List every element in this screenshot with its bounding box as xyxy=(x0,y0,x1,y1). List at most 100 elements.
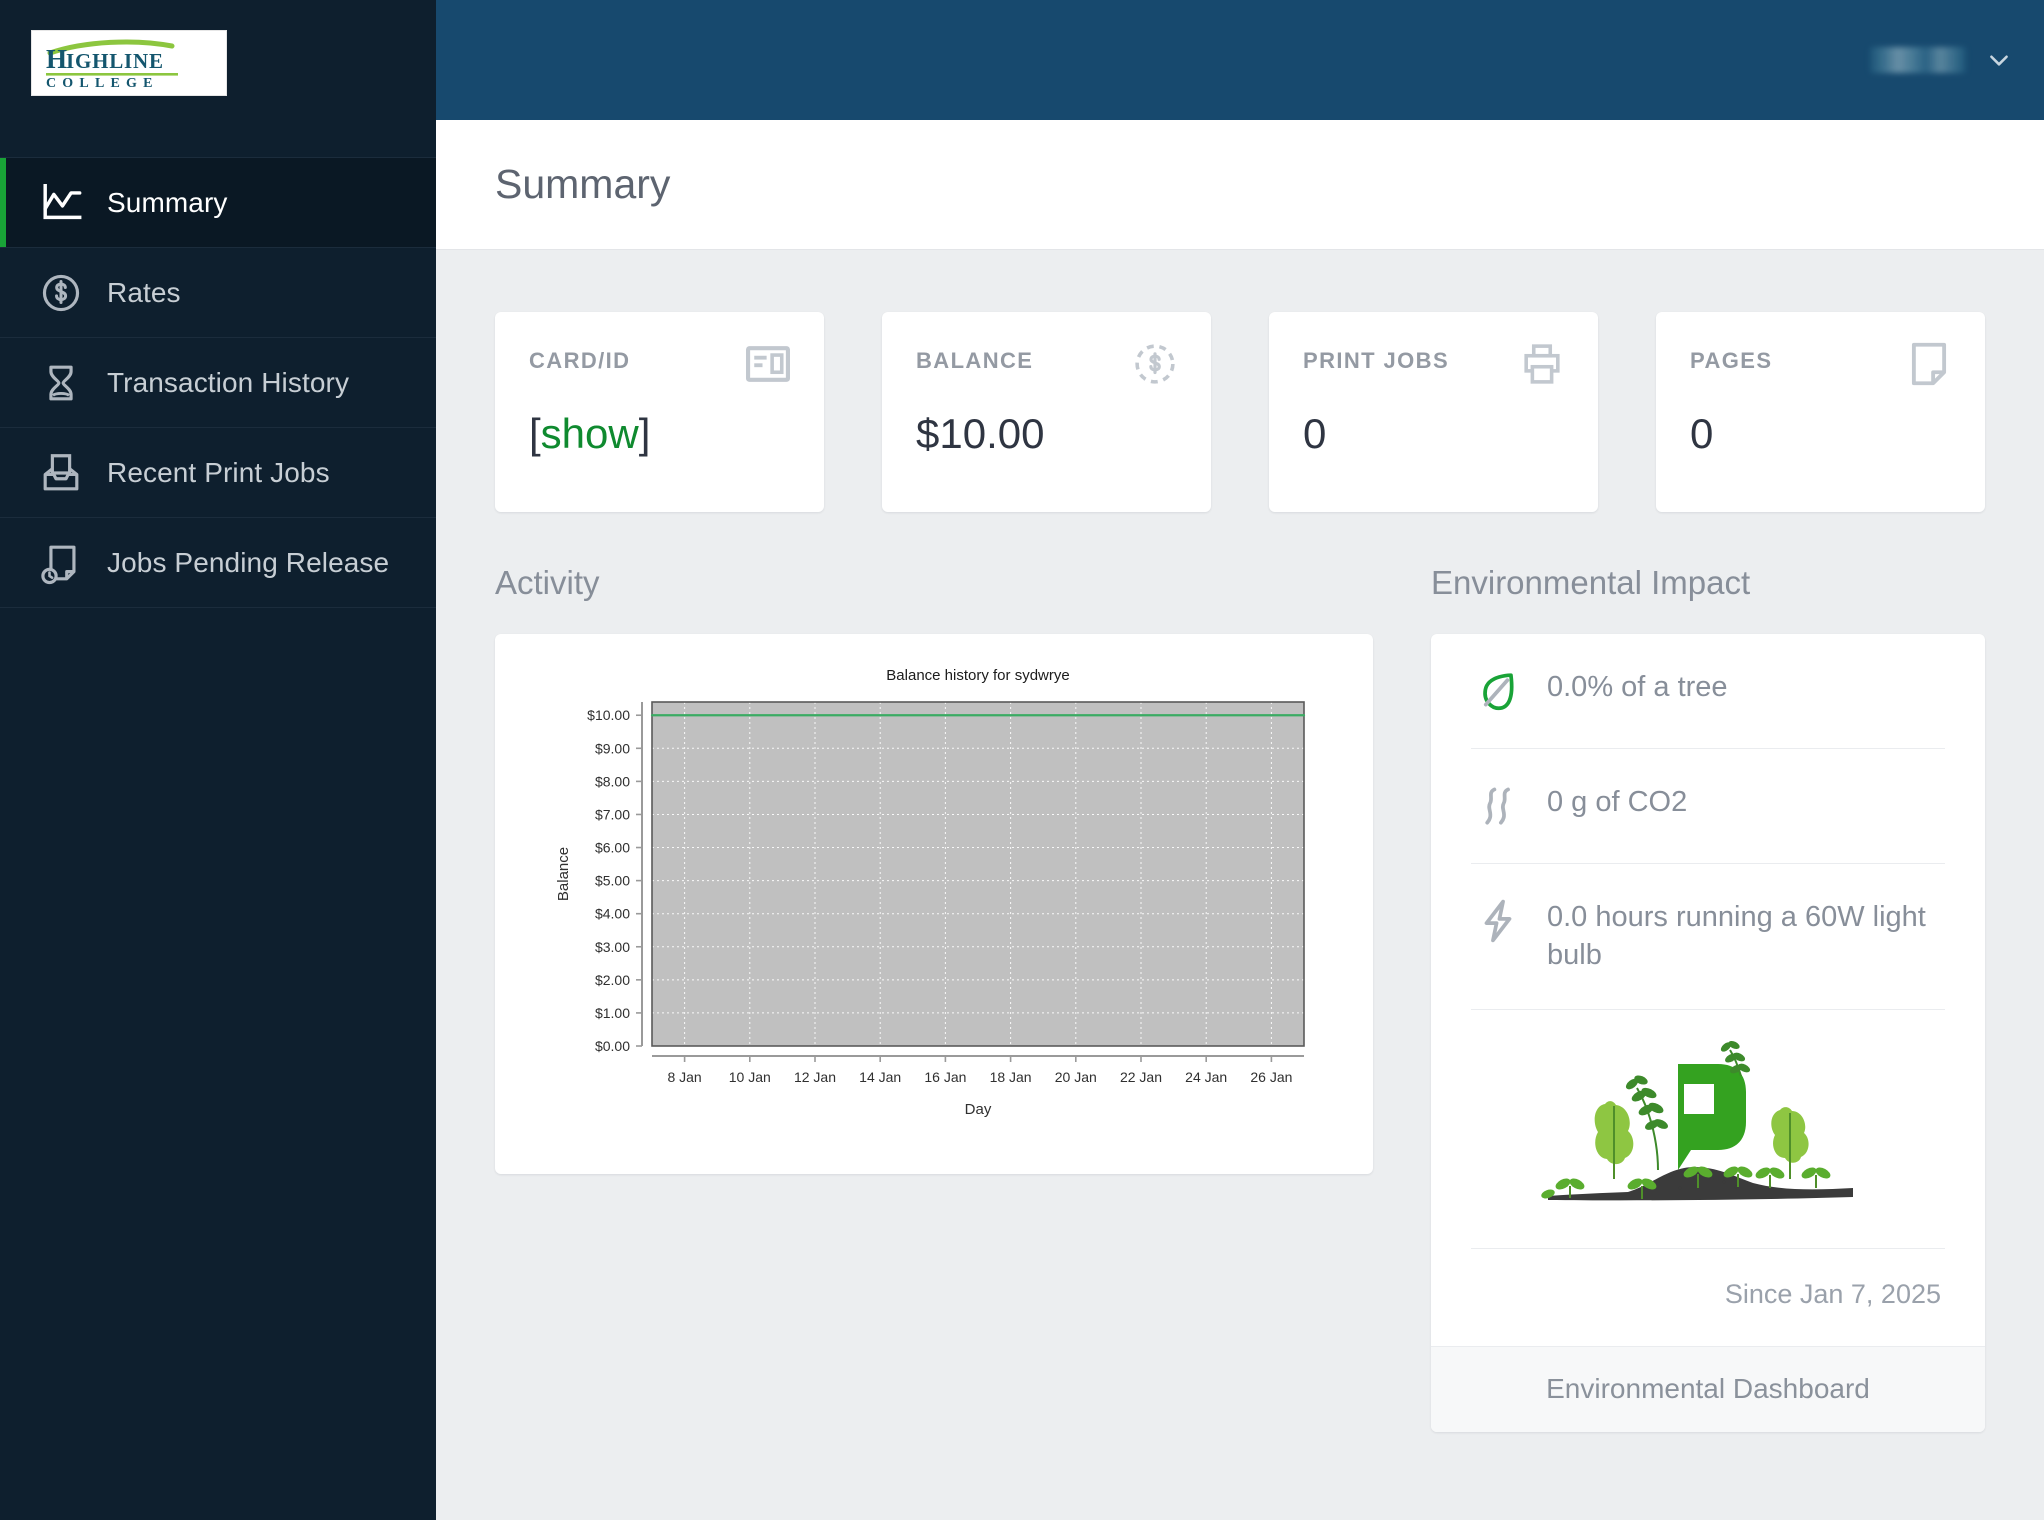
svg-text:$10.00: $10.00 xyxy=(587,707,630,723)
sidebar: H IGHLINE COLLEGE Summary Rates Transact… xyxy=(0,0,436,1520)
dollar-dashed-circle-icon xyxy=(1135,344,1175,384)
stat-card-value: [show] xyxy=(529,410,790,458)
svg-text:20 Jan: 20 Jan xyxy=(1055,1069,1097,1085)
svg-text:16 Jan: 16 Jan xyxy=(924,1069,966,1085)
svg-text:12 Jan: 12 Jan xyxy=(794,1069,836,1085)
env-row-text: 0.0 hours running a 60W light bulb xyxy=(1547,901,1926,972)
svg-text:10 Jan: 10 Jan xyxy=(729,1069,771,1085)
environmental-illustration-row xyxy=(1471,1010,1945,1249)
smoke-icon xyxy=(1485,787,1510,825)
svg-text:COLLEGE: COLLEGE xyxy=(46,76,159,89)
sidebar-nav: Summary Rates Transaction History Recent… xyxy=(0,157,436,608)
svg-text:$3.00: $3.00 xyxy=(595,939,630,955)
svg-text:$5.00: $5.00 xyxy=(595,873,630,889)
svg-text:$4.00: $4.00 xyxy=(595,906,630,922)
environmental-rows: 0.0% of a tree 0 g of CO2 0.0 hours runn… xyxy=(1431,634,1985,1346)
svg-text:8 Jan: 8 Jan xyxy=(667,1069,701,1085)
svg-text:$8.00: $8.00 xyxy=(595,773,630,789)
sidebar-item-jobs-pending-release[interactable]: Jobs Pending Release xyxy=(0,518,436,608)
svg-text:22 Jan: 22 Jan xyxy=(1120,1069,1162,1085)
svg-text:$2.00: $2.00 xyxy=(595,972,630,988)
page-title: Summary xyxy=(495,161,671,207)
app-root: H IGHLINE COLLEGE Summary Rates Transact… xyxy=(0,0,2044,1520)
svg-text:24 Jan: 24 Jan xyxy=(1185,1069,1227,1085)
content-area: CARD/ID [show] BALANCE $10.00 PRINT JOBS… xyxy=(436,250,2044,1432)
env-row-co2: 0 g of CO2 xyxy=(1471,749,1945,864)
svg-text:$6.00: $6.00 xyxy=(595,840,630,856)
user-name-redacted xyxy=(1870,47,1966,73)
environmental-impact-card: 0.0% of a tree 0 g of CO2 0.0 hours runn… xyxy=(1431,634,1985,1432)
balance-history-chart: Balance history for sydwrye $0.00 $1.00 $2.… xyxy=(555,667,1306,1118)
svg-text:IGHLINE: IGHLINE xyxy=(66,49,164,73)
environmental-dashboard-button[interactable]: Environmental Dashboard xyxy=(1431,1345,1985,1432)
sidebar-item-label: Rates xyxy=(107,276,181,308)
env-row-tree: 0.0% of a tree xyxy=(1471,634,1945,749)
sidebar-item-summary[interactable]: Summary xyxy=(0,158,436,248)
stat-card-label: CARD/ID xyxy=(529,348,631,373)
environmental-since-date: Since Jan 7, 2025 xyxy=(1724,1278,1941,1309)
page-header: Summary xyxy=(436,120,2044,250)
stat-card-label: BALANCE xyxy=(916,348,1034,373)
lightning-bolt-icon xyxy=(1484,899,1512,943)
activity-panel: Activity Balance history for sydwrye $0.0… xyxy=(495,564,1373,1432)
svg-text:$1.00: $1.00 xyxy=(595,1005,630,1021)
printer-tray-icon xyxy=(43,453,79,490)
stat-card-value: 0 xyxy=(1303,410,1327,457)
environmental-panel-title: Environmental Impact xyxy=(1431,564,1751,601)
stat-card-header: PAGES xyxy=(1690,342,1951,386)
activity-panel-title: Activity xyxy=(495,564,600,601)
svg-text:$0.00: $0.00 xyxy=(595,1038,630,1054)
sidebar-item-label: Transaction History xyxy=(107,366,350,398)
svg-text:18 Jan: 18 Jan xyxy=(990,1069,1032,1085)
hourglass-icon xyxy=(49,365,73,400)
user-menu[interactable] xyxy=(1870,47,2012,73)
stat-cards-row: CARD/ID [show] BALANCE $10.00 PRINT JOBS… xyxy=(495,312,1985,512)
papercut-plants-logo-illustration xyxy=(1541,1040,1853,1200)
printer-icon xyxy=(1524,344,1560,384)
sidebar-item-label: Recent Print Jobs xyxy=(107,456,330,488)
env-row-text: 0.0% of a tree xyxy=(1547,671,1728,703)
logo-svg: H IGHLINE COLLEGE xyxy=(46,39,178,89)
stat-card-value: 0 xyxy=(1690,410,1714,457)
show-card-id-link[interactable]: show xyxy=(541,410,639,457)
sidebar-item-recent-print-jobs[interactable]: Recent Print Jobs xyxy=(0,428,436,518)
svg-text:Balance history for sydwrye: Balance history for sydwrye xyxy=(886,667,1069,684)
bracket-close: ] xyxy=(638,410,651,457)
sidebar-item-rates[interactable]: Rates xyxy=(0,248,436,338)
page-icon xyxy=(1911,342,1947,386)
environmental-impact-panel: Environmental Impact 0.0% of a tree 0 g … xyxy=(1431,564,1985,1432)
svg-text:$7.00: $7.00 xyxy=(595,806,630,822)
top-bar xyxy=(436,0,2044,120)
svg-text:Balance: Balance xyxy=(555,847,572,901)
stat-card-card-id: CARD/ID [show] xyxy=(495,312,824,512)
env-row-light-bulb: 0.0 hours running a 60W light bulb xyxy=(1471,864,1945,1010)
sidebar-item-label: Jobs Pending Release xyxy=(107,546,390,578)
stat-card-header: CARD/ID xyxy=(529,346,790,386)
seedling xyxy=(1801,1166,1831,1188)
stat-card-header: PRINT JOBS xyxy=(1303,344,1564,386)
dollar-circle-icon xyxy=(42,274,80,311)
highline-college-logo: H IGHLINE COLLEGE xyxy=(31,30,227,96)
env-row-text: 0 g of CO2 xyxy=(1547,786,1688,818)
svg-text:14 Jan: 14 Jan xyxy=(859,1069,901,1085)
svg-text:H: H xyxy=(46,44,67,74)
svg-text:Day: Day xyxy=(965,1101,992,1118)
stat-card-label: PAGES xyxy=(1690,348,1773,373)
sidebar-item-transaction-history[interactable]: Transaction History xyxy=(0,338,436,428)
stat-card-balance: BALANCE $10.00 xyxy=(882,312,1211,512)
line-chart-icon xyxy=(43,183,82,219)
leaf-icon xyxy=(1483,673,1514,711)
svg-text:$9.00: $9.00 xyxy=(595,740,630,756)
stat-card-value: $10.00 xyxy=(916,410,1045,457)
chevron-down-icon[interactable] xyxy=(1986,47,2012,73)
sidebar-item-label: Summary xyxy=(107,186,228,218)
main-area: Summary CARD/ID [show] BALANCE $10.00 PR… xyxy=(436,0,2044,1520)
bracket-open: [ xyxy=(529,410,541,457)
svg-text:26 Jan: 26 Jan xyxy=(1250,1069,1292,1085)
environmental-dashboard-label: Environmental Dashboard xyxy=(1546,1373,1870,1405)
activity-chart-card: Balance history for sydwrye $0.00 $1.00 $2.… xyxy=(495,634,1373,1174)
stat-card-print-jobs: PRINT JOBS 0 xyxy=(1269,312,1598,512)
stat-card-header: BALANCE xyxy=(916,344,1177,386)
stat-card-pages: PAGES 0 xyxy=(1656,312,1985,512)
panels-row: Activity Balance history for sydwrye $0.0… xyxy=(495,564,1985,1432)
